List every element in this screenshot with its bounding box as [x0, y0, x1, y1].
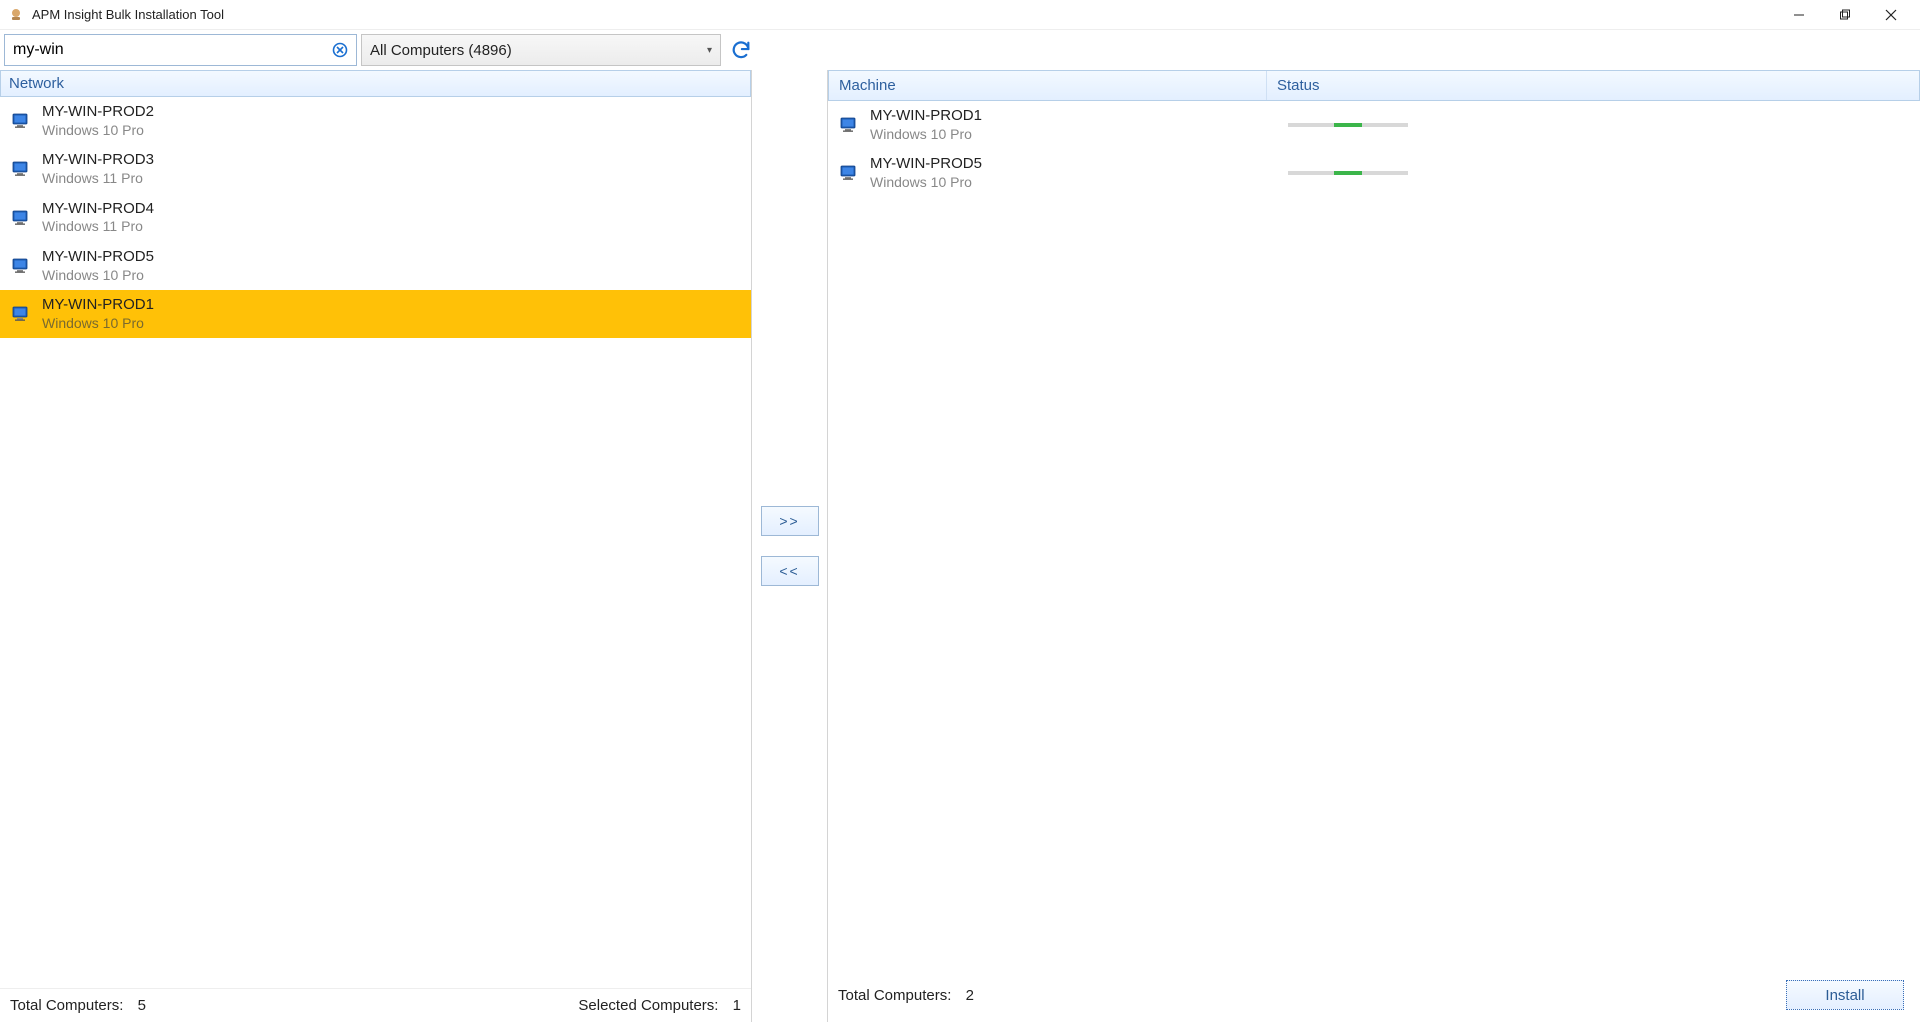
machine-name: MY-WIN-PROD5 — [870, 155, 1278, 174]
machine-os: Windows 10 Pro — [42, 267, 154, 285]
main-content: Network MY-WIN-PROD2Windows 10 ProMY-WIN… — [0, 70, 1920, 1022]
machine-text: MY-WIN-PROD5Windows 10 Pro — [870, 155, 1278, 191]
machine-name: MY-WIN-PROD1 — [42, 296, 154, 315]
machine-os: Windows 10 Pro — [42, 315, 154, 333]
machine-os: Windows 11 Pro — [42, 218, 154, 236]
computer-icon — [10, 207, 32, 229]
window-title: APM Insight Bulk Installation Tool — [32, 7, 224, 22]
search-input[interactable] — [5, 37, 328, 63]
total-computers-value: 5 — [138, 997, 146, 1014]
source-machine-row[interactable]: MY-WIN-PROD5Windows 10 Pro — [0, 242, 751, 290]
target-machine-row[interactable]: MY-WIN-PROD1Windows 10 Pro — [828, 101, 1920, 149]
target-machine-list[interactable]: MY-WIN-PROD1Windows 10 ProMY-WIN-PROD5Wi… — [828, 101, 1920, 970]
add-button[interactable]: >> — [761, 506, 819, 536]
filter-dropdown[interactable]: All Computers (4896) ▾ — [361, 34, 721, 66]
machine-name: MY-WIN-PROD5 — [42, 248, 154, 267]
computer-icon — [838, 162, 860, 184]
selected-computers-value: 1 — [733, 997, 741, 1014]
total-computers-label: Total Computers: — [10, 997, 123, 1014]
source-footer: Total Computers: 5 Selected Computers: 1 — [0, 988, 751, 1022]
target-table-header: Machine Status — [828, 70, 1920, 101]
computer-icon — [10, 255, 32, 277]
machine-text: MY-WIN-PROD1Windows 10 Pro — [870, 107, 1278, 143]
target-total-value: 2 — [966, 987, 974, 1004]
computer-icon — [10, 303, 32, 325]
group-header: Network — [0, 70, 751, 97]
status-progress — [1288, 171, 1408, 175]
minimize-button[interactable] — [1776, 0, 1822, 30]
clear-search-button[interactable] — [328, 38, 352, 62]
chevron-down-icon: ▾ — [707, 45, 712, 56]
target-total-label: Total Computers: — [838, 987, 951, 1004]
source-machine-list[interactable]: MY-WIN-PROD2Windows 10 ProMY-WIN-PROD3Wi… — [0, 97, 751, 988]
machine-text: MY-WIN-PROD2Windows 10 Pro — [42, 103, 154, 139]
selected-computers-label: Selected Computers: — [578, 997, 718, 1014]
machine-os: Windows 10 Pro — [870, 174, 1278, 192]
titlebar: APM Insight Bulk Installation Tool — [0, 0, 1920, 30]
machine-text: MY-WIN-PROD4Windows 11 Pro — [42, 200, 154, 236]
machine-text: MY-WIN-PROD1Windows 10 Pro — [42, 296, 154, 332]
source-machine-row[interactable]: MY-WIN-PROD4Windows 11 Pro — [0, 194, 751, 242]
machine-os: Windows 10 Pro — [42, 122, 154, 140]
app-icon — [6, 5, 26, 25]
source-machine-row[interactable]: MY-WIN-PROD3Windows 11 Pro — [0, 145, 751, 193]
remove-button[interactable]: << — [761, 556, 819, 586]
source-machine-row[interactable]: MY-WIN-PROD2Windows 10 Pro — [0, 97, 751, 145]
toolbar: All Computers (4896) ▾ — [0, 30, 1920, 70]
machine-name: MY-WIN-PROD3 — [42, 151, 154, 170]
col-machine: Machine — [829, 71, 1267, 100]
source-machine-row[interactable]: MY-WIN-PROD1Windows 10 Pro — [0, 290, 751, 338]
refresh-button[interactable] — [725, 34, 757, 66]
filter-label: All Computers (4896) — [370, 42, 512, 59]
machine-name: MY-WIN-PROD1 — [870, 107, 1278, 126]
close-button[interactable] — [1868, 0, 1914, 30]
machine-os: Windows 10 Pro — [870, 126, 1278, 144]
machine-name: MY-WIN-PROD2 — [42, 103, 154, 122]
target-footer: Total Computers: 2 Install — [828, 970, 1920, 1022]
maximize-button[interactable] — [1822, 0, 1868, 30]
status-progress — [1288, 123, 1408, 127]
machine-os: Windows 11 Pro — [42, 170, 154, 188]
computer-icon — [10, 110, 32, 132]
install-button[interactable]: Install — [1786, 980, 1904, 1010]
source-panel: Network MY-WIN-PROD2Windows 10 ProMY-WIN… — [0, 70, 752, 1022]
search-field-wrap — [4, 34, 357, 66]
window-controls — [1776, 0, 1914, 30]
computer-icon — [838, 114, 860, 136]
target-machine-row[interactable]: MY-WIN-PROD5Windows 10 Pro — [828, 149, 1920, 197]
machine-name: MY-WIN-PROD4 — [42, 200, 154, 219]
machine-text: MY-WIN-PROD3Windows 11 Pro — [42, 151, 154, 187]
machine-text: MY-WIN-PROD5Windows 10 Pro — [42, 248, 154, 284]
target-panel: Machine Status MY-WIN-PROD1Windows 10 Pr… — [828, 70, 1920, 1022]
transfer-controls: >> << — [752, 70, 828, 1022]
computer-icon — [10, 158, 32, 180]
col-status: Status — [1267, 71, 1919, 100]
